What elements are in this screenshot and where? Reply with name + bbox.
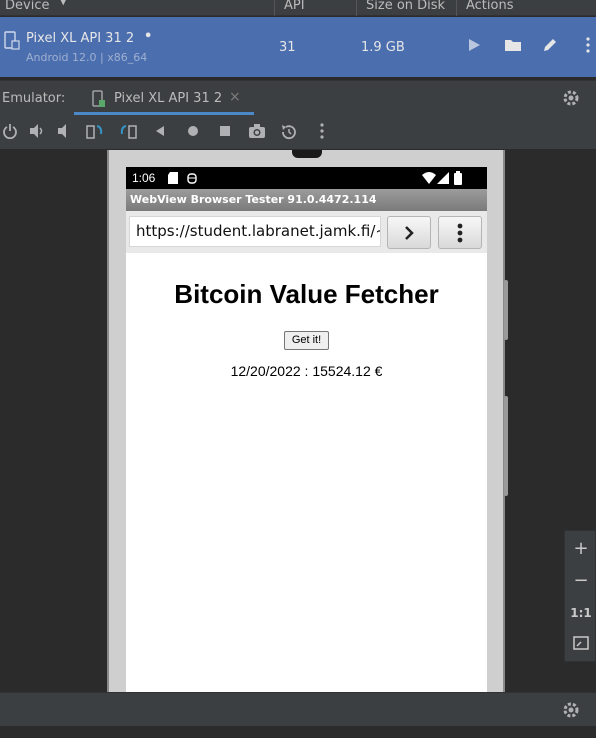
folder-icon[interactable] <box>503 37 523 57</box>
play-icon[interactable] <box>464 37 484 57</box>
zoom-fit-icon[interactable] <box>565 629 596 661</box>
bitcoin-result-text: 12/20/2022 : 15524.12 € <box>230 363 383 379</box>
emulator-label: Emulator: <box>2 91 66 106</box>
zoom-out-icon[interactable]: − <box>565 565 596 597</box>
back-icon[interactable] <box>150 123 170 143</box>
phone-device-icon <box>92 90 105 107</box>
column-device[interactable]: Device <box>5 0 49 16</box>
zoom-actual-size-button[interactable]: 1:1 <box>565 597 596 629</box>
url-bar: https://student.labranet.jamk.fi/~a <box>126 211 487 253</box>
battery-icon <box>454 171 462 185</box>
more-icon[interactable] <box>578 37 596 57</box>
column-size[interactable]: Size on Disk <box>366 0 445 16</box>
app-title-bar: WebView Browser Tester 91.0.4472.114 <box>126 189 487 211</box>
phone-frame: 1:06 WebView Browser Tester 91.0.4472.11… <box>107 150 508 692</box>
go-button[interactable] <box>387 216 431 249</box>
volume-down-icon[interactable] <box>55 123 75 143</box>
sort-arrow-icon[interactable]: ▼ <box>59 0 67 7</box>
device-api: 31 <box>279 40 296 55</box>
device-size: 1.9 GB <box>361 40 405 55</box>
more-vertical-icon <box>457 223 463 243</box>
bottom-tool-bar <box>0 692 596 726</box>
web-page: Bitcoin Value Fetcher Get it! 12/20/2022… <box>126 253 487 692</box>
column-api[interactable]: API <box>284 0 305 16</box>
column-separator <box>356 0 357 16</box>
status-time: 1:06 <box>132 171 156 185</box>
camera-icon[interactable] <box>247 123 267 143</box>
more-icon[interactable] <box>312 123 332 143</box>
volume-up-icon[interactable] <box>28 123 48 143</box>
column-separator <box>274 0 275 16</box>
edit-icon[interactable] <box>540 37 560 57</box>
cellular-signal-icon <box>437 172 449 184</box>
emulator-display-area: 1:06 WebView Browser Tester 91.0.4472.11… <box>0 150 596 692</box>
device-status-dot: • <box>144 29 153 44</box>
zoom-in-icon[interactable]: + <box>565 533 596 565</box>
column-actions[interactable]: Actions <box>466 0 514 16</box>
android-debug-icon <box>187 173 197 184</box>
url-input[interactable]: https://student.labranet.jamk.fi/~a <box>129 216 381 247</box>
phone-speaker <box>292 150 322 158</box>
column-separator <box>456 0 457 16</box>
android-status-bar: 1:06 <box>126 167 487 189</box>
gear-icon[interactable] <box>562 701 580 723</box>
get-it-button[interactable]: Get it! <box>284 331 329 350</box>
close-icon[interactable]: × <box>229 89 241 105</box>
chevron-right-icon <box>405 226 414 240</box>
sd-card-icon <box>168 172 178 184</box>
menu-button[interactable] <box>438 216 482 249</box>
emulator-toolbar <box>0 116 596 150</box>
overview-icon[interactable] <box>215 123 235 143</box>
device-row[interactable]: Pixel XL API 31 2 • Android 12.0 | x86_6… <box>0 17 596 77</box>
phone-screen[interactable]: 1:06 WebView Browser Tester 91.0.4472.11… <box>126 167 487 692</box>
active-tab-indicator <box>74 112 254 115</box>
rotate-left-icon[interactable] <box>85 123 105 143</box>
page-title: Bitcoin Value Fetcher <box>174 279 439 309</box>
home-icon[interactable] <box>183 123 203 143</box>
gear-icon[interactable] <box>562 89 580 111</box>
zoom-panel: + − 1:1 <box>564 530 596 662</box>
snapshot-icon[interactable] <box>279 123 299 143</box>
power-icon[interactable] <box>0 123 20 143</box>
rotate-right-icon[interactable] <box>118 123 138 143</box>
device-table-header: Device API Size on Disk Actions ▼ <box>0 0 596 16</box>
wifi-icon <box>422 172 436 184</box>
tab-pixel-xl[interactable]: Pixel XL API 31 2 × <box>74 81 254 117</box>
status-strip <box>0 726 596 738</box>
device-name: Pixel XL API 31 2 <box>26 31 135 46</box>
device-subtitle: Android 12.0 | x86_64 <box>26 51 148 64</box>
phone-side-button[interactable] <box>504 280 508 340</box>
phone-device-icon <box>4 31 20 50</box>
tab-label: Pixel XL API 31 2 <box>114 91 223 106</box>
emulator-tab-bar: Emulator: Pixel XL API 31 2 × <box>0 80 596 116</box>
phone-volume-button[interactable] <box>504 396 508 496</box>
